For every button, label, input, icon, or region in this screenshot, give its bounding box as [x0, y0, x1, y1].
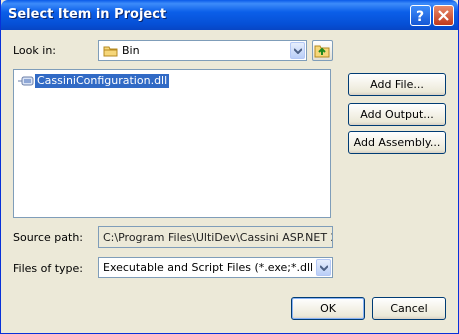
cancel-button[interactable]: Cancel — [372, 297, 446, 320]
files-of-type-label: Files of type: — [13, 262, 84, 275]
ok-button[interactable]: OK — [291, 297, 365, 320]
add-file-button[interactable]: Add File... — [348, 73, 446, 96]
help-icon: ? — [416, 9, 424, 25]
up-one-level-button[interactable] — [312, 40, 333, 61]
help-button[interactable]: ? — [410, 5, 431, 26]
file-list[interactable]: CassiniConfiguration.dll — [13, 69, 331, 218]
look-in-dropdown-button[interactable] — [290, 42, 305, 59]
title-bar[interactable]: Select Item in Project ? — [1, 0, 458, 30]
source-path-value: C:\Program Files\UltiDev\Cassini ASP.NET… — [103, 231, 333, 244]
close-button[interactable] — [433, 5, 454, 26]
dialog-window: Select Item in Project ? Look in: Bin Ca… — [0, 0, 459, 334]
list-item-label: CassiniConfiguration.dll — [35, 74, 170, 88]
files-of-type-value: Executable and Script Files (*.exe;*.dll… — [103, 261, 314, 274]
add-output-button[interactable]: Add Output... — [348, 103, 446, 126]
svg-text:?: ? — [416, 9, 424, 25]
files-of-type-combo[interactable]: Executable and Script Files (*.exe;*.dll… — [98, 257, 333, 278]
source-path-field: C:\Program Files\UltiDev\Cassini ASP.NET… — [98, 226, 333, 248]
look-in-combo[interactable]: Bin — [98, 40, 307, 61]
look-in-value: Bin — [122, 44, 140, 57]
look-in-label: Look in: — [13, 44, 56, 57]
close-icon — [438, 10, 449, 21]
chevron-down-icon — [320, 265, 328, 271]
folder-icon — [103, 46, 118, 57]
source-path-label: Source path: — [13, 231, 83, 244]
chevron-down-icon — [294, 48, 302, 54]
up-folder-icon — [314, 45, 330, 58]
window-title: Select Item in Project — [8, 7, 167, 22]
add-assembly-button[interactable]: Add Assembly... — [348, 131, 446, 154]
files-of-type-dropdown-button[interactable] — [316, 259, 331, 276]
dll-file-icon — [18, 76, 34, 86]
